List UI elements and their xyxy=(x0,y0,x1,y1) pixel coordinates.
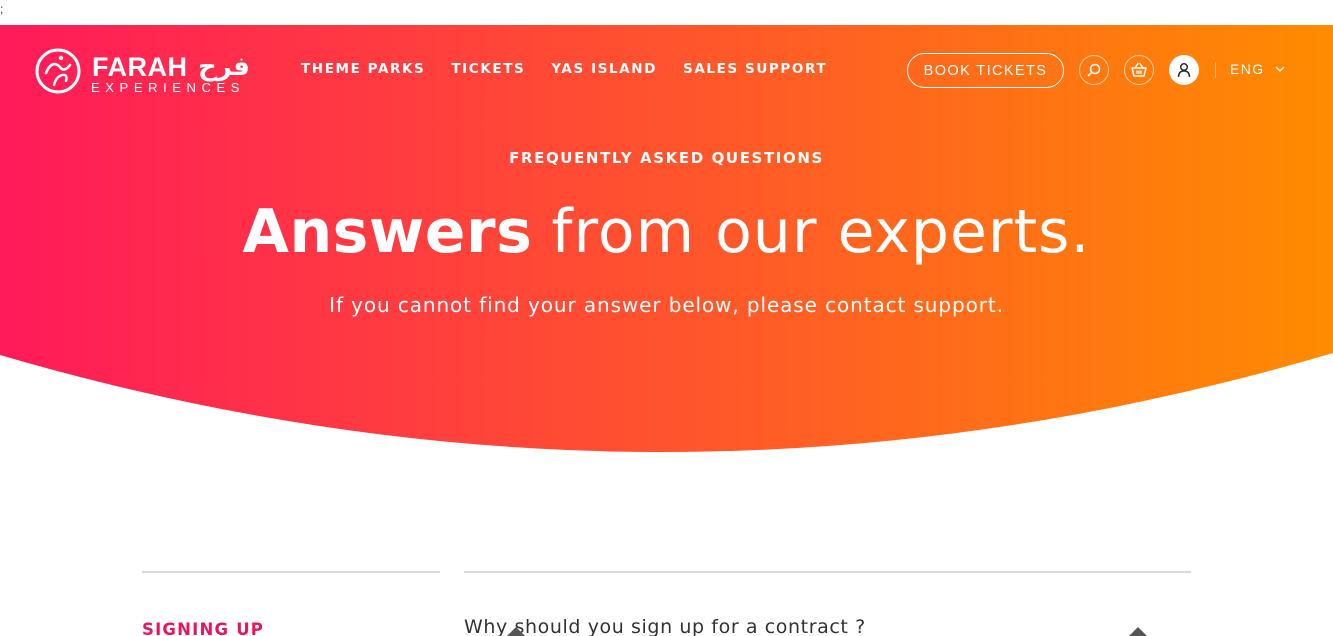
cart-button[interactable] xyxy=(1124,55,1154,85)
main-nav: THEME PARKS TICKETS YAS ISLAND SALES SUP… xyxy=(301,61,827,77)
search-icon xyxy=(1087,63,1101,77)
hero-eyebrow: FREQUENTLY ASKED QUESTIONS xyxy=(509,149,824,167)
hero-headline: Answers from our experts. xyxy=(0,194,1333,270)
header-divider xyxy=(1215,62,1216,78)
headline-light: from our experts. xyxy=(551,197,1091,267)
hero-banner: FARAH فرح EXPERIENCES THEME PARKS TICKET… xyxy=(0,25,1333,455)
nav-item-sales-support[interactable]: SALES SUPPORT xyxy=(683,61,827,77)
hero-subline: If you cannot find your answer below, pl… xyxy=(329,293,1004,317)
headline-bold: Answers xyxy=(242,197,533,267)
nav-item-theme-parks[interactable]: THEME PARKS xyxy=(301,61,425,77)
svg-text:FARAH: FARAH xyxy=(92,52,188,82)
caret-up-icon[interactable] xyxy=(1129,627,1147,636)
user-icon xyxy=(1177,62,1191,78)
question-divider xyxy=(464,571,1191,573)
chevron-down-icon xyxy=(1275,66,1284,72)
category-divider xyxy=(142,571,440,573)
account-button[interactable] xyxy=(1169,55,1199,85)
farah-logo-mark: FARAH فرح EXPERIENCES xyxy=(35,48,250,95)
faq-category-signing-up[interactable]: SIGNING UP xyxy=(142,620,264,636)
language-label: ENG xyxy=(1230,61,1265,77)
book-tickets-button[interactable]: BOOK TICKETS xyxy=(907,53,1064,88)
svg-text:EXPERIENCES: EXPERIENCES xyxy=(91,80,245,95)
language-selector[interactable]: ENG xyxy=(1230,61,1285,77)
stray-semicolon: ; xyxy=(0,2,4,16)
caret-up-icon xyxy=(507,627,525,636)
farah-logo[interactable]: FARAH فرح EXPERIENCES xyxy=(34,45,270,101)
svg-text:فرح: فرح xyxy=(198,52,250,82)
nav-item-yas-island[interactable]: YAS ISLAND xyxy=(551,61,657,77)
search-button[interactable] xyxy=(1079,55,1109,85)
nav-item-tickets[interactable]: TICKETS xyxy=(451,61,525,77)
basket-icon xyxy=(1131,62,1147,77)
